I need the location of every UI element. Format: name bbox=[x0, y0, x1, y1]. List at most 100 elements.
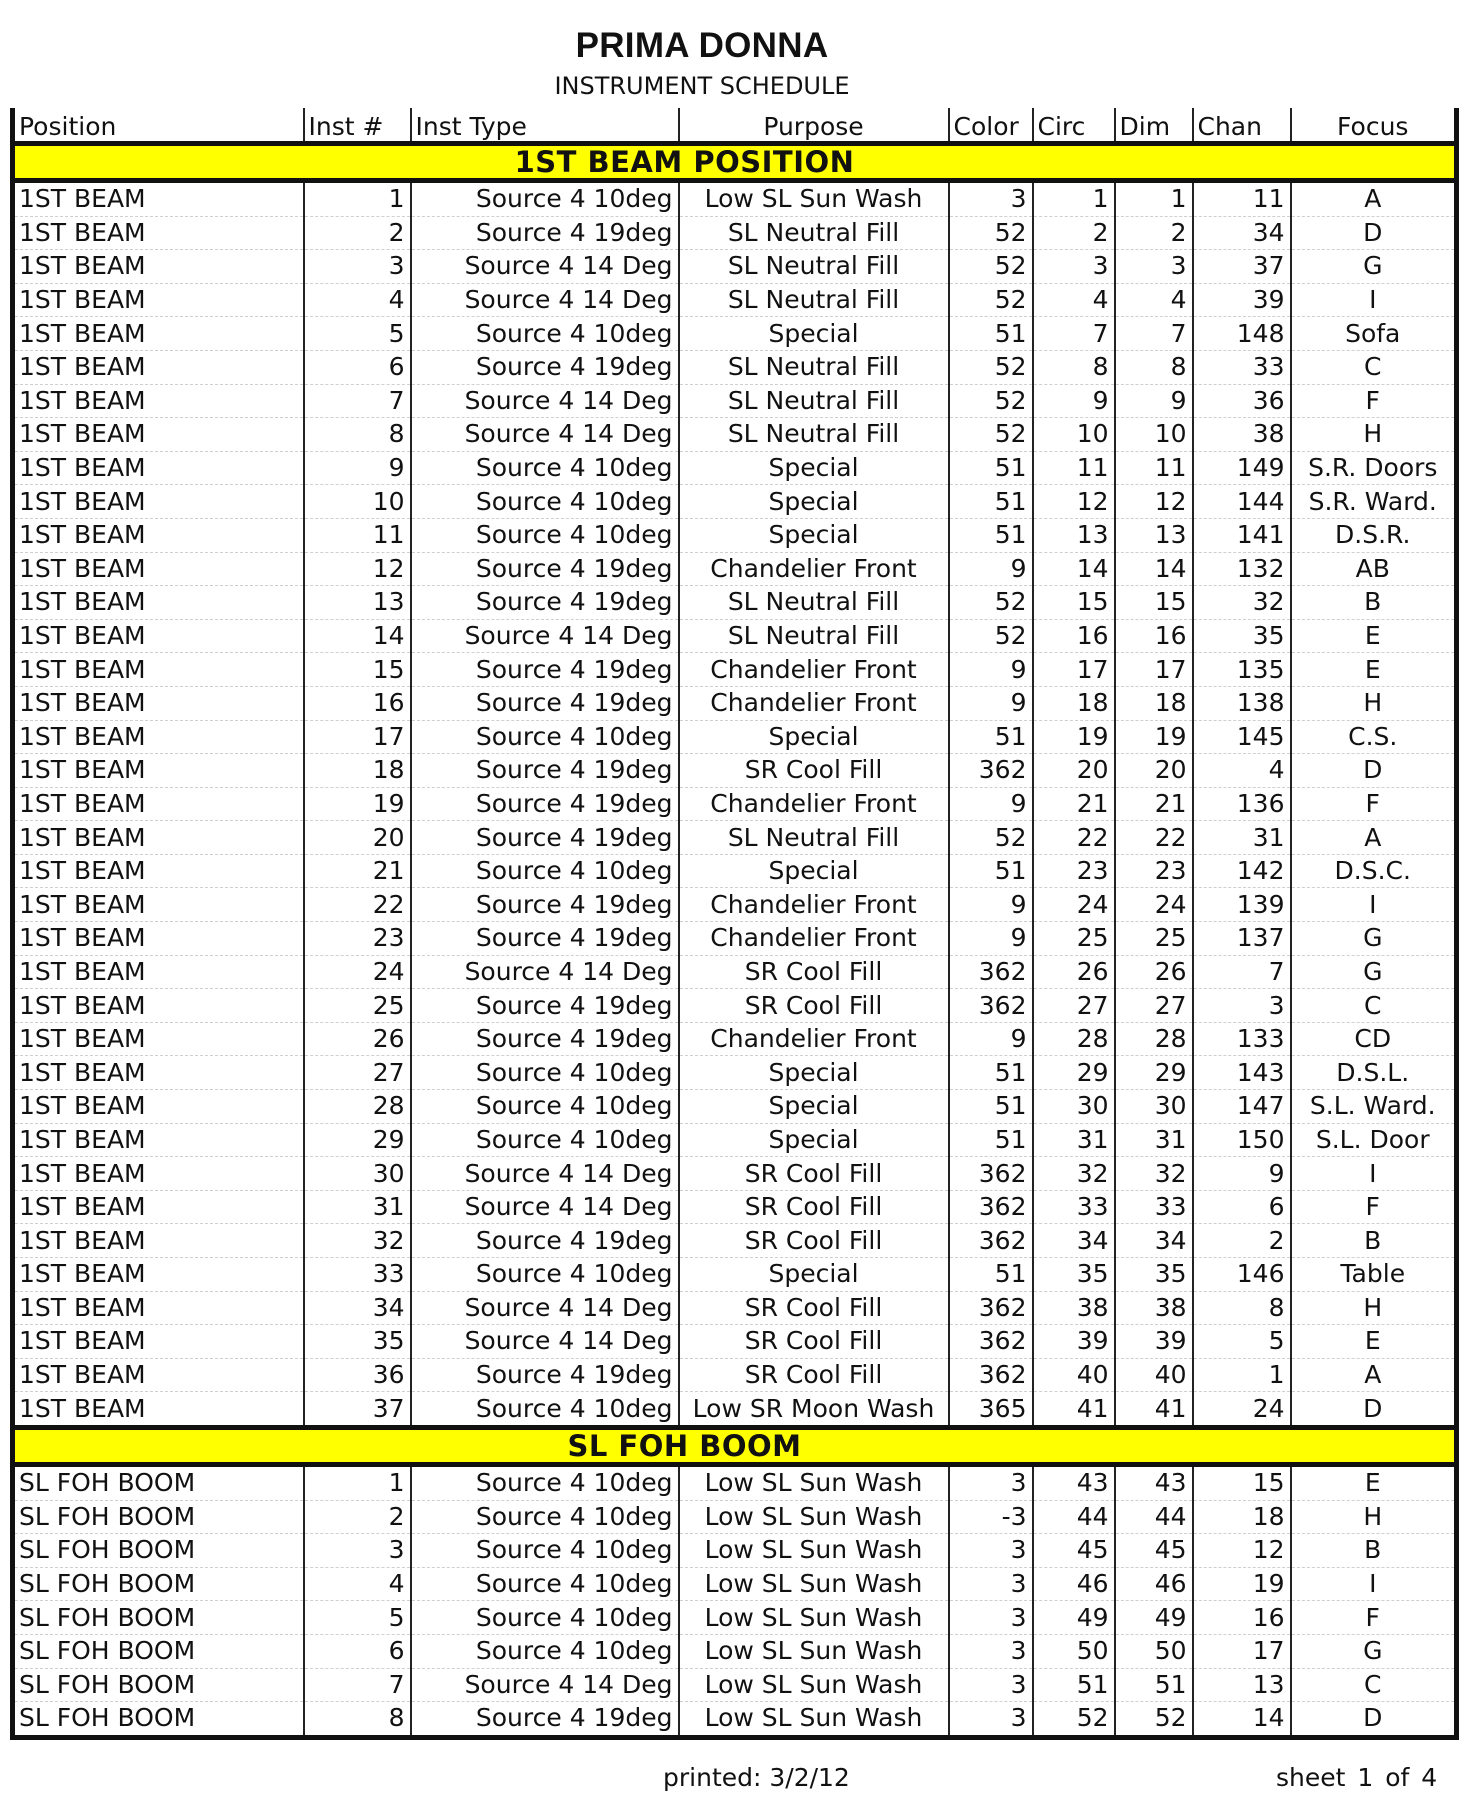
table-row: 1ST BEAM 6 Source 4 19deg SL Neutral Fill 52… bbox=[10, 350, 1459, 385]
cell-color: 3 bbox=[947, 1634, 1033, 1669]
cell-purpose: Chandelier Front bbox=[677, 652, 949, 687]
cell-chan: 7 bbox=[1191, 955, 1291, 990]
cell-color: 51 bbox=[947, 1123, 1033, 1158]
cell-inst-type: Source 4 10deg bbox=[409, 451, 679, 486]
cell-focus: F bbox=[1289, 1600, 1459, 1635]
cell-focus: AB bbox=[1289, 552, 1459, 587]
cell-circ: 4 bbox=[1031, 283, 1115, 318]
cell-focus: A bbox=[1289, 180, 1459, 217]
cell-circ: 1 bbox=[1031, 180, 1115, 217]
cell-focus: F bbox=[1289, 1190, 1459, 1225]
cell-purpose: SR Cool Fill bbox=[677, 1156, 949, 1191]
cell-focus: H bbox=[1289, 417, 1459, 452]
cell-position: SL FOH BOOM bbox=[10, 1533, 304, 1568]
cell-chan: 14 bbox=[1191, 1701, 1291, 1740]
table-row: 1ST BEAM 13 Source 4 19deg SL Neutral Fill 5… bbox=[10, 585, 1459, 620]
table-row: 1ST BEAM 20 Source 4 19deg SL Neutral Fill 5… bbox=[10, 820, 1459, 855]
cell-inst-number: 5 bbox=[302, 1600, 411, 1635]
cell-color: 52 bbox=[947, 619, 1033, 654]
cell-inst-number: 3 bbox=[302, 1533, 411, 1568]
section-header-row: SL FOH BOOM bbox=[10, 1424, 1459, 1467]
cell-inst-number: 16 bbox=[302, 686, 411, 721]
cell-focus: S.L. Door bbox=[1289, 1123, 1459, 1158]
cell-dim: 19 bbox=[1113, 720, 1193, 755]
table-row: 1ST BEAM 19 Source 4 19deg Chandelier Front… bbox=[10, 787, 1459, 822]
cell-inst-type: Source 4 10deg bbox=[409, 518, 679, 553]
cell-inst-number: 33 bbox=[302, 1257, 411, 1292]
cell-position: 1ST BEAM bbox=[10, 1291, 304, 1326]
cell-color: 52 bbox=[947, 249, 1033, 284]
cell-color: 9 bbox=[947, 652, 1033, 687]
cell-focus: C bbox=[1289, 988, 1459, 1023]
cell-circ: 31 bbox=[1031, 1123, 1115, 1158]
cell-inst-number: 17 bbox=[302, 720, 411, 755]
cell-circ: 3 bbox=[1031, 249, 1115, 284]
cell-inst-number: 23 bbox=[302, 921, 411, 956]
cell-position: 1ST BEAM bbox=[10, 988, 304, 1023]
cell-inst-number: 29 bbox=[302, 1123, 411, 1158]
cell-inst-type: Source 4 14 Deg bbox=[409, 1190, 679, 1225]
cell-color: 9 bbox=[947, 686, 1033, 721]
cell-dim: 22 bbox=[1113, 820, 1193, 855]
cell-inst-type: Source 4 19deg bbox=[409, 350, 679, 385]
cell-dim: 29 bbox=[1113, 1055, 1193, 1091]
cell-inst-number: 37 bbox=[302, 1391, 411, 1430]
table-row: 1ST BEAM 26 Source 4 19deg Chandelier Front… bbox=[10, 1022, 1459, 1057]
cell-focus: B bbox=[1289, 1533, 1459, 1568]
cell-inst-number: 7 bbox=[302, 1668, 411, 1703]
cell-dim: 25 bbox=[1113, 921, 1193, 956]
cell-purpose: SR Cool Fill bbox=[677, 988, 949, 1023]
cell-focus: I bbox=[1289, 1156, 1459, 1191]
cell-circ: 44 bbox=[1031, 1500, 1115, 1535]
cell-position: SL FOH BOOM bbox=[10, 1600, 304, 1635]
cell-chan: 141 bbox=[1191, 518, 1291, 553]
cell-circ: 28 bbox=[1031, 1022, 1115, 1057]
cell-circ: 23 bbox=[1031, 854, 1115, 889]
cell-position: 1ST BEAM bbox=[10, 283, 304, 318]
cell-chan: 12 bbox=[1191, 1533, 1291, 1568]
cell-position: 1ST BEAM bbox=[10, 787, 304, 822]
cell-inst-number: 24 bbox=[302, 955, 411, 990]
cell-purpose: SL Neutral Fill bbox=[677, 619, 949, 654]
cell-dim: 27 bbox=[1113, 988, 1193, 1023]
cell-inst-type: Source 4 19deg bbox=[409, 988, 679, 1023]
cell-focus: B bbox=[1289, 585, 1459, 620]
cell-focus: Sofa bbox=[1289, 316, 1459, 351]
cell-dim: 40 bbox=[1113, 1358, 1193, 1393]
cell-circ: 8 bbox=[1031, 350, 1115, 385]
cell-circ: 51 bbox=[1031, 1668, 1115, 1703]
cell-chan: 6 bbox=[1191, 1190, 1291, 1225]
cell-dim: 34 bbox=[1113, 1223, 1193, 1258]
cell-inst-type: Source 4 10deg bbox=[409, 1089, 679, 1124]
cell-purpose: Low SL Sun Wash bbox=[677, 1464, 949, 1501]
table-row: 1ST BEAM 9 Source 4 10deg Special 51 11 11 149 S… bbox=[10, 451, 1459, 486]
schedule-body: 1ST BEAM POSITION 1ST BEAM 1 Source 4 10deg… bbox=[10, 141, 1459, 1740]
cell-chan: 133 bbox=[1191, 1022, 1291, 1057]
cell-dim: 4 bbox=[1113, 283, 1193, 318]
cell-inst-number: 4 bbox=[302, 1567, 411, 1602]
cell-circ: 9 bbox=[1031, 384, 1115, 419]
cell-dim: 2 bbox=[1113, 216, 1193, 251]
cell-circ: 12 bbox=[1031, 484, 1115, 519]
cell-color: 51 bbox=[947, 720, 1033, 755]
cell-chan: 137 bbox=[1191, 921, 1291, 956]
cell-inst-type: Source 4 14 Deg bbox=[409, 249, 679, 284]
cell-circ: 17 bbox=[1031, 652, 1115, 687]
cell-inst-type: Source 4 10deg bbox=[409, 1257, 679, 1292]
cell-purpose: Special bbox=[677, 1089, 949, 1124]
table-row: 1ST BEAM 17 Source 4 10deg Special 51 19 19 145… bbox=[10, 720, 1459, 755]
cell-color: 51 bbox=[947, 1055, 1033, 1091]
cell-purpose: Low SR Moon Wash bbox=[677, 1391, 949, 1430]
cell-dim: 15 bbox=[1113, 585, 1193, 620]
cell-color: 51 bbox=[947, 316, 1033, 351]
cell-inst-type: Source 4 10deg bbox=[409, 1055, 679, 1091]
cell-inst-type: Source 4 19deg bbox=[409, 1223, 679, 1258]
sheet-number: sheet 1 of 4 bbox=[1276, 1763, 1438, 1792]
cell-position: 1ST BEAM bbox=[10, 216, 304, 251]
column-header-chan: Chan bbox=[1191, 108, 1291, 144]
cell-position: 1ST BEAM bbox=[10, 484, 304, 519]
table-row: SL FOH BOOM 8 Source 4 19deg Low SL Sun Was… bbox=[10, 1701, 1459, 1740]
cell-inst-type: Source 4 10deg bbox=[409, 1634, 679, 1669]
cell-chan: 145 bbox=[1191, 720, 1291, 755]
cell-purpose: SR Cool Fill bbox=[677, 955, 949, 990]
